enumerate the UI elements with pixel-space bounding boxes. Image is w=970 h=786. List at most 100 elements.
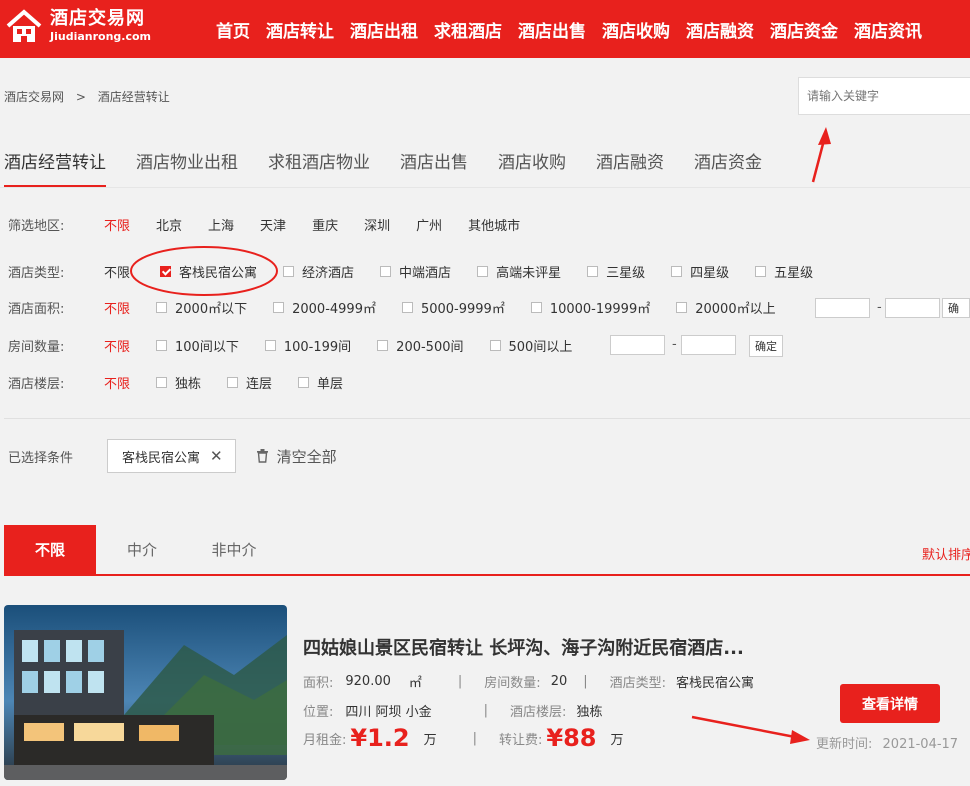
tab-unlimited[interactable]: 不限 bbox=[4, 525, 96, 574]
rooms-option[interactable]: 100-199间 bbox=[264, 336, 351, 355]
checkbox[interactable] bbox=[156, 340, 168, 351]
rooms-confirm-button[interactable]: 确定 bbox=[749, 335, 783, 357]
selected-tag-label: 客栈民宿公寓 bbox=[122, 450, 201, 466]
checkbox[interactable] bbox=[755, 266, 767, 277]
checkbox[interactable] bbox=[401, 302, 413, 313]
area-value: 920.00 bbox=[345, 674, 391, 689]
checkbox[interactable] bbox=[380, 266, 392, 277]
checkbox[interactable] bbox=[283, 266, 295, 277]
tab-agent[interactable]: 中介 bbox=[96, 525, 188, 574]
region-option[interactable]: 深圳 bbox=[364, 215, 390, 234]
checkbox[interactable] bbox=[264, 340, 276, 351]
rooms-option[interactable]: 200-500间 bbox=[377, 336, 464, 355]
type-option[interactable]: 客栈民宿公寓 bbox=[160, 262, 257, 281]
area-min-input[interactable] bbox=[815, 298, 870, 318]
checkbox[interactable] bbox=[530, 302, 542, 313]
selected-tag: 客栈民宿公寓 ✕ bbox=[107, 439, 236, 473]
rooms-min-input[interactable] bbox=[610, 335, 665, 355]
clear-all-button[interactable]: 清空全部 bbox=[256, 446, 337, 467]
region-option[interactable]: 不限 bbox=[104, 215, 130, 234]
tab-property-rent[interactable]: 酒店物业出租 bbox=[136, 148, 238, 187]
nav-acquire[interactable]: 酒店收购 bbox=[602, 17, 670, 42]
filter-area: 酒店面积: 不限 2000㎡以下 2000-4999㎡ 5000-9999㎡ 1… bbox=[8, 298, 802, 317]
nav-seek-rent[interactable]: 求租酒店 bbox=[434, 17, 502, 42]
main-nav: 首页 酒店转让 酒店出租 求租酒店 酒店出售 酒店收购 酒店融资 酒店资金 酒店… bbox=[216, 0, 938, 58]
tab-seek-property[interactable]: 求租酒店物业 bbox=[268, 148, 370, 187]
region-option[interactable]: 其他城市 bbox=[468, 215, 520, 234]
listing-info-row-1: 面积: 920.00 ㎡ | 房间数量: 20 | 酒店类型: 客栈民宿公寓 bbox=[303, 674, 755, 691]
listing-photo[interactable] bbox=[4, 605, 287, 780]
sort-default[interactable]: 默认排序 bbox=[922, 544, 970, 563]
region-option[interactable]: 广州 bbox=[416, 215, 442, 234]
type-option[interactable]: 四星级 bbox=[671, 262, 729, 281]
site-logo[interactable]: 酒店交易网 Jiudianrong.com bbox=[4, 6, 151, 46]
tab-business-transfer[interactable]: 酒店经营转让 bbox=[4, 148, 106, 187]
checkbox[interactable] bbox=[298, 377, 310, 388]
breadcrumb: 酒店交易网 > 酒店经营转让 bbox=[4, 88, 170, 105]
checkbox[interactable] bbox=[671, 266, 683, 277]
area-option[interactable]: 2000㎡以下 bbox=[156, 298, 247, 317]
area-option[interactable]: 10000-19999㎡ bbox=[530, 298, 650, 317]
area-option[interactable]: 20000㎡以上 bbox=[676, 298, 776, 317]
tab-hotel-sale[interactable]: 酒店出售 bbox=[400, 148, 468, 187]
breadcrumb-current[interactable]: 酒店经营转让 bbox=[98, 90, 170, 104]
listing-title[interactable]: 四姑娘山景区民宿转让 长坪沟、海子沟附近民宿酒店... bbox=[303, 634, 744, 660]
checkbox[interactable] bbox=[676, 302, 688, 313]
nav-funds[interactable]: 酒店资金 bbox=[770, 17, 838, 42]
region-option[interactable]: 重庆 bbox=[312, 215, 338, 234]
breadcrumb-home[interactable]: 酒店交易网 bbox=[4, 90, 64, 104]
checkbox[interactable] bbox=[273, 302, 285, 313]
checkbox[interactable] bbox=[156, 302, 168, 313]
rooms-max-input[interactable] bbox=[681, 335, 736, 355]
region-option[interactable]: 天津 bbox=[260, 215, 286, 234]
floors-option[interactable]: 连层 bbox=[227, 373, 272, 392]
type-option[interactable]: 三星级 bbox=[587, 262, 645, 281]
area-option[interactable]: 5000-9999㎡ bbox=[401, 298, 505, 317]
type-option[interactable]: 高端未评星 bbox=[477, 262, 561, 281]
checkbox[interactable] bbox=[477, 266, 489, 277]
checkbox[interactable] bbox=[227, 377, 239, 388]
type-option[interactable]: 中端酒店 bbox=[380, 262, 451, 281]
area-confirm-button[interactable]: 确 bbox=[942, 298, 970, 318]
checkbox[interactable] bbox=[489, 340, 501, 351]
tab-non-agent[interactable]: 非中介 bbox=[188, 525, 280, 574]
nav-finance[interactable]: 酒店融资 bbox=[686, 17, 754, 42]
range-dash: - bbox=[672, 337, 677, 352]
range-dash: - bbox=[877, 300, 882, 315]
update-time: 更新时间: 2021-04-17 bbox=[816, 737, 959, 752]
region-option[interactable]: 上海 bbox=[208, 215, 234, 234]
site-header: 酒店交易网 Jiudianrong.com 首页 酒店转让 酒店出租 求租酒店 … bbox=[0, 0, 970, 58]
close-icon[interactable]: ✕ bbox=[210, 447, 223, 465]
floors-option[interactable]: 独栋 bbox=[156, 373, 201, 392]
area-unlimited[interactable]: 不限 bbox=[104, 298, 130, 317]
tab-hotel-acquire[interactable]: 酒店收购 bbox=[498, 148, 566, 187]
rooms-unlimited[interactable]: 不限 bbox=[104, 336, 130, 355]
checkbox[interactable] bbox=[587, 266, 599, 277]
nav-transfer[interactable]: 酒店转让 bbox=[266, 17, 334, 42]
tab-hotel-funds[interactable]: 酒店资金 bbox=[694, 148, 762, 187]
nav-rent[interactable]: 酒店出租 bbox=[350, 17, 418, 42]
rooms-option[interactable]: 100间以下 bbox=[156, 336, 239, 355]
house-logo-icon bbox=[4, 6, 44, 46]
floors-option[interactable]: 单层 bbox=[298, 373, 343, 392]
type-unlimited[interactable]: 不限 bbox=[104, 262, 130, 281]
type-option[interactable]: 经济酒店 bbox=[283, 262, 354, 281]
checkbox[interactable] bbox=[156, 377, 168, 388]
filter-type: 酒店类型: 不限 客栈民宿公寓 经济酒店 中端酒店 高端未评星 三星级 四星级 … bbox=[8, 262, 839, 281]
type-option[interactable]: 五星级 bbox=[755, 262, 813, 281]
checkbox-checked[interactable] bbox=[160, 266, 172, 277]
area-option[interactable]: 2000-4999㎡ bbox=[273, 298, 376, 317]
nav-sale[interactable]: 酒店出售 bbox=[518, 17, 586, 42]
tab-hotel-finance[interactable]: 酒店融资 bbox=[596, 148, 664, 187]
nav-home[interactable]: 首页 bbox=[216, 17, 250, 42]
region-option[interactable]: 北京 bbox=[156, 215, 182, 234]
search-input[interactable] bbox=[798, 77, 970, 115]
view-details-button[interactable]: 查看详情 bbox=[840, 684, 940, 723]
nav-news[interactable]: 酒店资讯 bbox=[854, 17, 922, 42]
rooms-option[interactable]: 500间以上 bbox=[489, 336, 572, 355]
location-value: 四川 阿坝 小金 bbox=[345, 705, 432, 720]
filter-label: 筛选地区: bbox=[8, 219, 65, 234]
checkbox[interactable] bbox=[377, 340, 389, 351]
floors-unlimited[interactable]: 不限 bbox=[104, 373, 130, 392]
area-max-input[interactable] bbox=[885, 298, 940, 318]
